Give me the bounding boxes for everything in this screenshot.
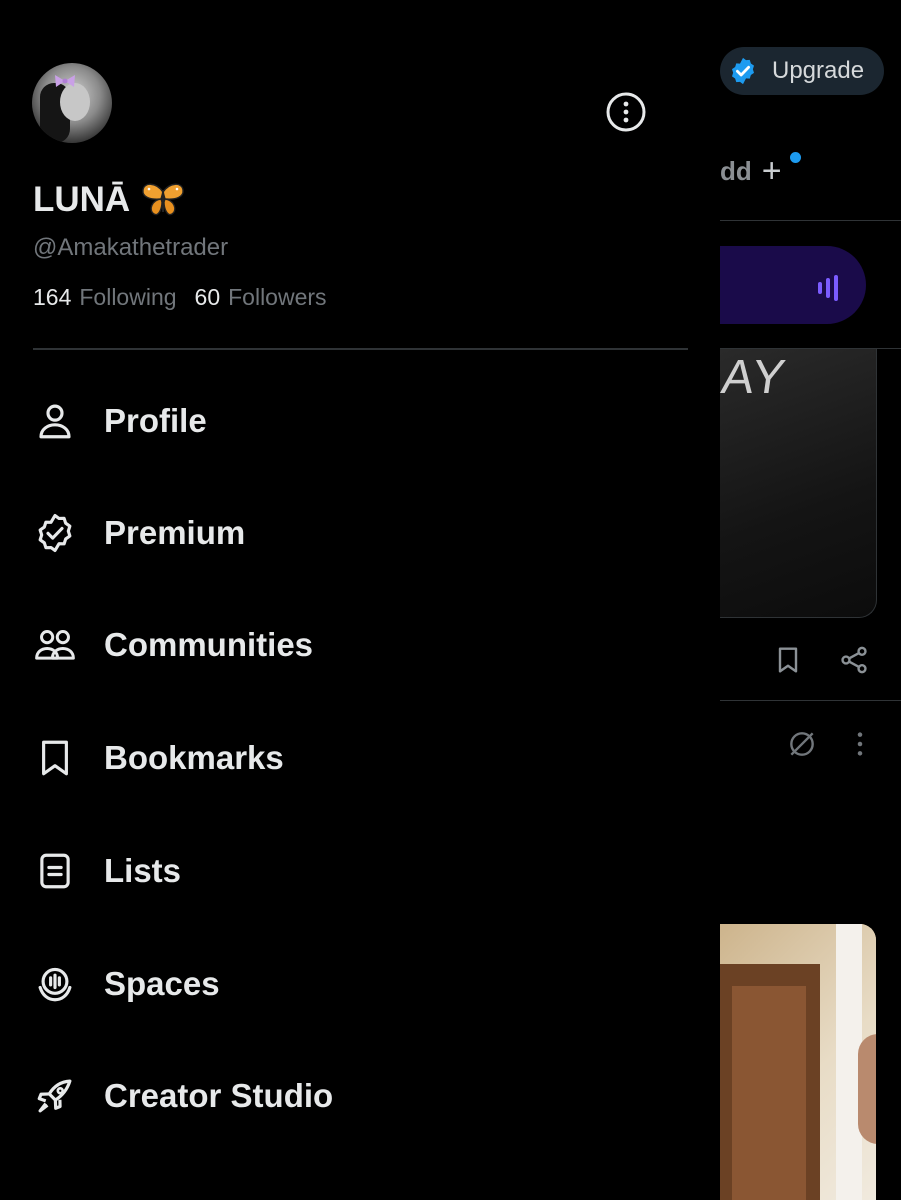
spaces-icon	[32, 961, 78, 1007]
follow-counts: 164 Following 60 Followers	[33, 284, 327, 311]
followers-count[interactable]: 60	[195, 284, 221, 311]
rocket-icon	[32, 1073, 78, 1119]
live-space-banner[interactable]	[720, 246, 866, 324]
menu-item-label: Spaces	[104, 965, 220, 1002]
menu-item-spaces[interactable]: Spaces	[32, 949, 672, 1019]
share-icon[interactable]	[838, 644, 870, 676]
menu-item-profile[interactable]: Profile	[32, 386, 672, 456]
background-feed: Upgrade dd + AY	[720, 0, 901, 1200]
menu-item-label: Bookmarks	[104, 739, 284, 776]
list-icon	[32, 848, 78, 894]
following-count[interactable]: 164	[33, 284, 71, 311]
person-icon	[32, 398, 78, 444]
menu-item-bookmarks[interactable]: Bookmarks	[32, 723, 672, 793]
bookmark-icon	[32, 735, 78, 781]
display-name-row[interactable]: LUNĀ	[33, 180, 186, 220]
profile-avatar[interactable]	[32, 63, 112, 143]
menu-item-lists[interactable]: Lists	[32, 836, 672, 906]
menu-item-label: Communities	[104, 626, 314, 663]
add-tab[interactable]: dd +	[720, 154, 782, 188]
menu-item-premium[interactable]: Premium	[32, 498, 672, 568]
following-label[interactable]: Following	[79, 284, 176, 311]
add-tab-label: dd	[720, 155, 752, 186]
butterfly-emoji-icon	[142, 183, 184, 216]
menu-item-label: Profile	[104, 402, 207, 439]
menu-item-label: Creator Studio	[104, 1077, 334, 1114]
verified-badge-icon	[732, 57, 754, 85]
menu-item-label: Lists	[104, 852, 182, 889]
upgrade-button[interactable]: Upgrade	[720, 47, 884, 95]
notification-dot	[790, 152, 801, 163]
section-divider	[33, 348, 688, 350]
navigation-drawer: LUNĀ @Amakathetrader 164 Following 60 Fo…	[0, 0, 720, 1200]
post-image[interactable]	[720, 924, 876, 1200]
post-media-text: AY	[720, 351, 791, 404]
audio-bars-icon	[818, 275, 838, 301]
menu-item-communities[interactable]: Communities	[32, 610, 672, 680]
more-options-icon[interactable]	[604, 90, 648, 134]
upgrade-label: Upgrade	[772, 57, 865, 84]
followers-label[interactable]: Followers	[228, 284, 326, 311]
more-vertical-icon[interactable]	[844, 728, 876, 760]
plus-icon: +	[761, 152, 782, 190]
menu-item-creator-studio[interactable]: Creator Studio	[32, 1061, 672, 1131]
people-icon	[32, 622, 78, 668]
feed-divider	[720, 220, 901, 221]
verified-badge-icon	[32, 510, 78, 556]
bookmark-icon[interactable]	[772, 644, 804, 676]
menu-item-label: Premium	[104, 514, 246, 551]
bow-icon	[55, 75, 75, 87]
user-handle: @Amakathetrader	[33, 234, 229, 261]
grok-icon[interactable]	[786, 728, 818, 760]
feed-divider	[720, 700, 901, 701]
display-name: LUNĀ	[33, 180, 131, 219]
